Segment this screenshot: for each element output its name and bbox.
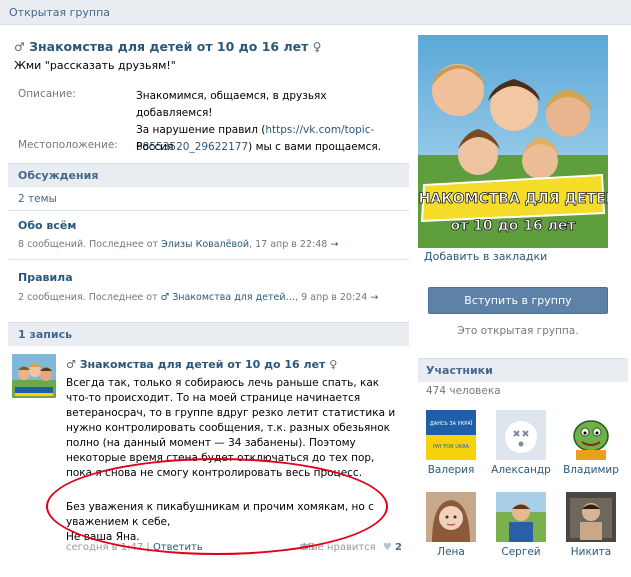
male-symbol-icon: ♂ <box>14 40 25 54</box>
post-author-avatar[interactable] <box>12 354 56 398</box>
member-avatar <box>496 410 546 460</box>
svg-text:PAY FOR UKRA: PAY FOR UKRA <box>433 444 469 450</box>
wall-header-label: 1 запись <box>18 328 73 341</box>
member-avatar: ДАНСЬ ЗА УКРАЇ PAY FOR UKRA <box>426 410 476 460</box>
topic-title-about[interactable]: Обо всём <box>18 219 76 232</box>
male-symbol-icon: ♂ <box>66 358 76 371</box>
page-header: Открытая группа <box>0 0 631 25</box>
post-author-name: Знакомства для детей от 10 до 16 лет <box>79 358 326 371</box>
group-title-text: Знакомства для детей от 10 до 16 лет <box>29 39 309 54</box>
topic-last-author[interactable]: ♂ Знакомства для детей… <box>161 292 295 303</box>
member-name: Александр <box>491 464 551 476</box>
members-count[interactable]: 474 человека <box>426 385 501 397</box>
member-name: Владимир <box>563 464 619 476</box>
join-group-button[interactable]: Вступить в группу <box>428 287 608 314</box>
female-symbol-icon: ♀ <box>329 358 338 371</box>
member-aleksandr[interactable]: Александр <box>488 410 554 476</box>
member-lena[interactable]: Лена <box>418 492 484 558</box>
group-avatar[interactable]: ЗНАКОМСТВА ДЛЯ ДЕТЕЙ от 10 до 16 лет <box>418 35 608 248</box>
group-page: Открытая группа ♂ Знакомства для детей о… <box>0 0 631 577</box>
group-status[interactable]: Жми "рассказать друзьям!" <box>14 59 176 72</box>
members-header-label: Участники <box>426 364 493 377</box>
wall-header[interactable]: 1 запись <box>8 322 409 346</box>
member-nikita[interactable]: Никита <box>558 492 624 558</box>
banner-title: ЗНАКОМСТВА ДЛЯ ДЕТЕЙ <box>418 190 608 207</box>
location-label: Местоположение: <box>18 139 118 151</box>
member-valeria[interactable]: ДАНСЬ ЗА УКРАЇ PAY FOR UKRA Валерия <box>418 410 484 476</box>
description-label: Описание: <box>18 88 76 100</box>
member-avatar <box>566 410 616 460</box>
member-name: Валерия <box>427 464 475 476</box>
divider <box>8 259 409 260</box>
member-name: Лена <box>437 546 465 558</box>
arrow-right-icon[interactable]: → <box>370 292 378 303</box>
topics-count[interactable]: 2 темы <box>18 193 57 205</box>
member-name: Сергей <box>501 546 541 558</box>
discussions-header[interactable]: Обсуждения <box>8 163 409 187</box>
post-text: Всегда так, только я собираюсь лечь рань… <box>66 377 396 479</box>
heart-icon: ♥ <box>382 542 392 553</box>
svg-text:ДАНСЬ ЗА УКРАЇ: ДАНСЬ ЗА УКРАЇ <box>430 420 473 427</box>
post-time[interactable]: сегодня в 1:47 <box>66 542 143 553</box>
member-avatar <box>566 492 616 542</box>
post-footer: сегодня в 1:47 | Ответить 1 Мне нравится… <box>66 542 402 553</box>
post-author[interactable]: ♂ Знакомства для детей от 10 до 16 лет ♀ <box>66 358 337 371</box>
discussions-header-label: Обсуждения <box>18 169 99 182</box>
open-group-note: Это открытая группа. <box>457 325 579 337</box>
member-avatar <box>496 492 546 542</box>
member-sergey[interactable]: Сергей <box>488 492 554 558</box>
member-avatar <box>426 492 476 542</box>
wall-post: ♂ Знакомства для детей от 10 до 16 лет ♀… <box>8 350 409 577</box>
topic-last-author[interactable]: Элизы Ковалёвой <box>161 239 249 250</box>
add-bookmark-link[interactable]: Добавить в закладки <box>424 250 547 263</box>
location-value: Россия <box>136 141 174 153</box>
reply-link[interactable]: Ответить <box>153 542 203 553</box>
group-title: ♂ Знакомства для детей от 10 до 16 лет ♀ <box>14 39 322 54</box>
member-name: Никита <box>570 546 612 558</box>
arrow-right-icon[interactable]: → <box>330 239 338 250</box>
member-vladimir[interactable]: Владимир <box>558 410 624 476</box>
topic-meta-rules: 2 сообщения. Последнее от ♂ Знакомства д… <box>18 292 379 303</box>
topic-meta-about: 8 сообщений. Последнее от Элизы Ковалёво… <box>18 239 339 250</box>
post-signature: Без уважения к пикабушникам и прочим хом… <box>66 501 374 543</box>
banner-subtitle: от 10 до 16 лет <box>451 218 577 234</box>
female-symbol-icon: ♀ <box>312 40 322 54</box>
members-header[interactable]: Участники <box>418 358 628 382</box>
divider <box>8 210 409 211</box>
page-header-title: Открытая группа <box>9 6 111 19</box>
like-button[interactable]: Мне нравится ♥ 2 <box>302 542 402 553</box>
topic-title-rules[interactable]: Правила <box>18 271 73 284</box>
